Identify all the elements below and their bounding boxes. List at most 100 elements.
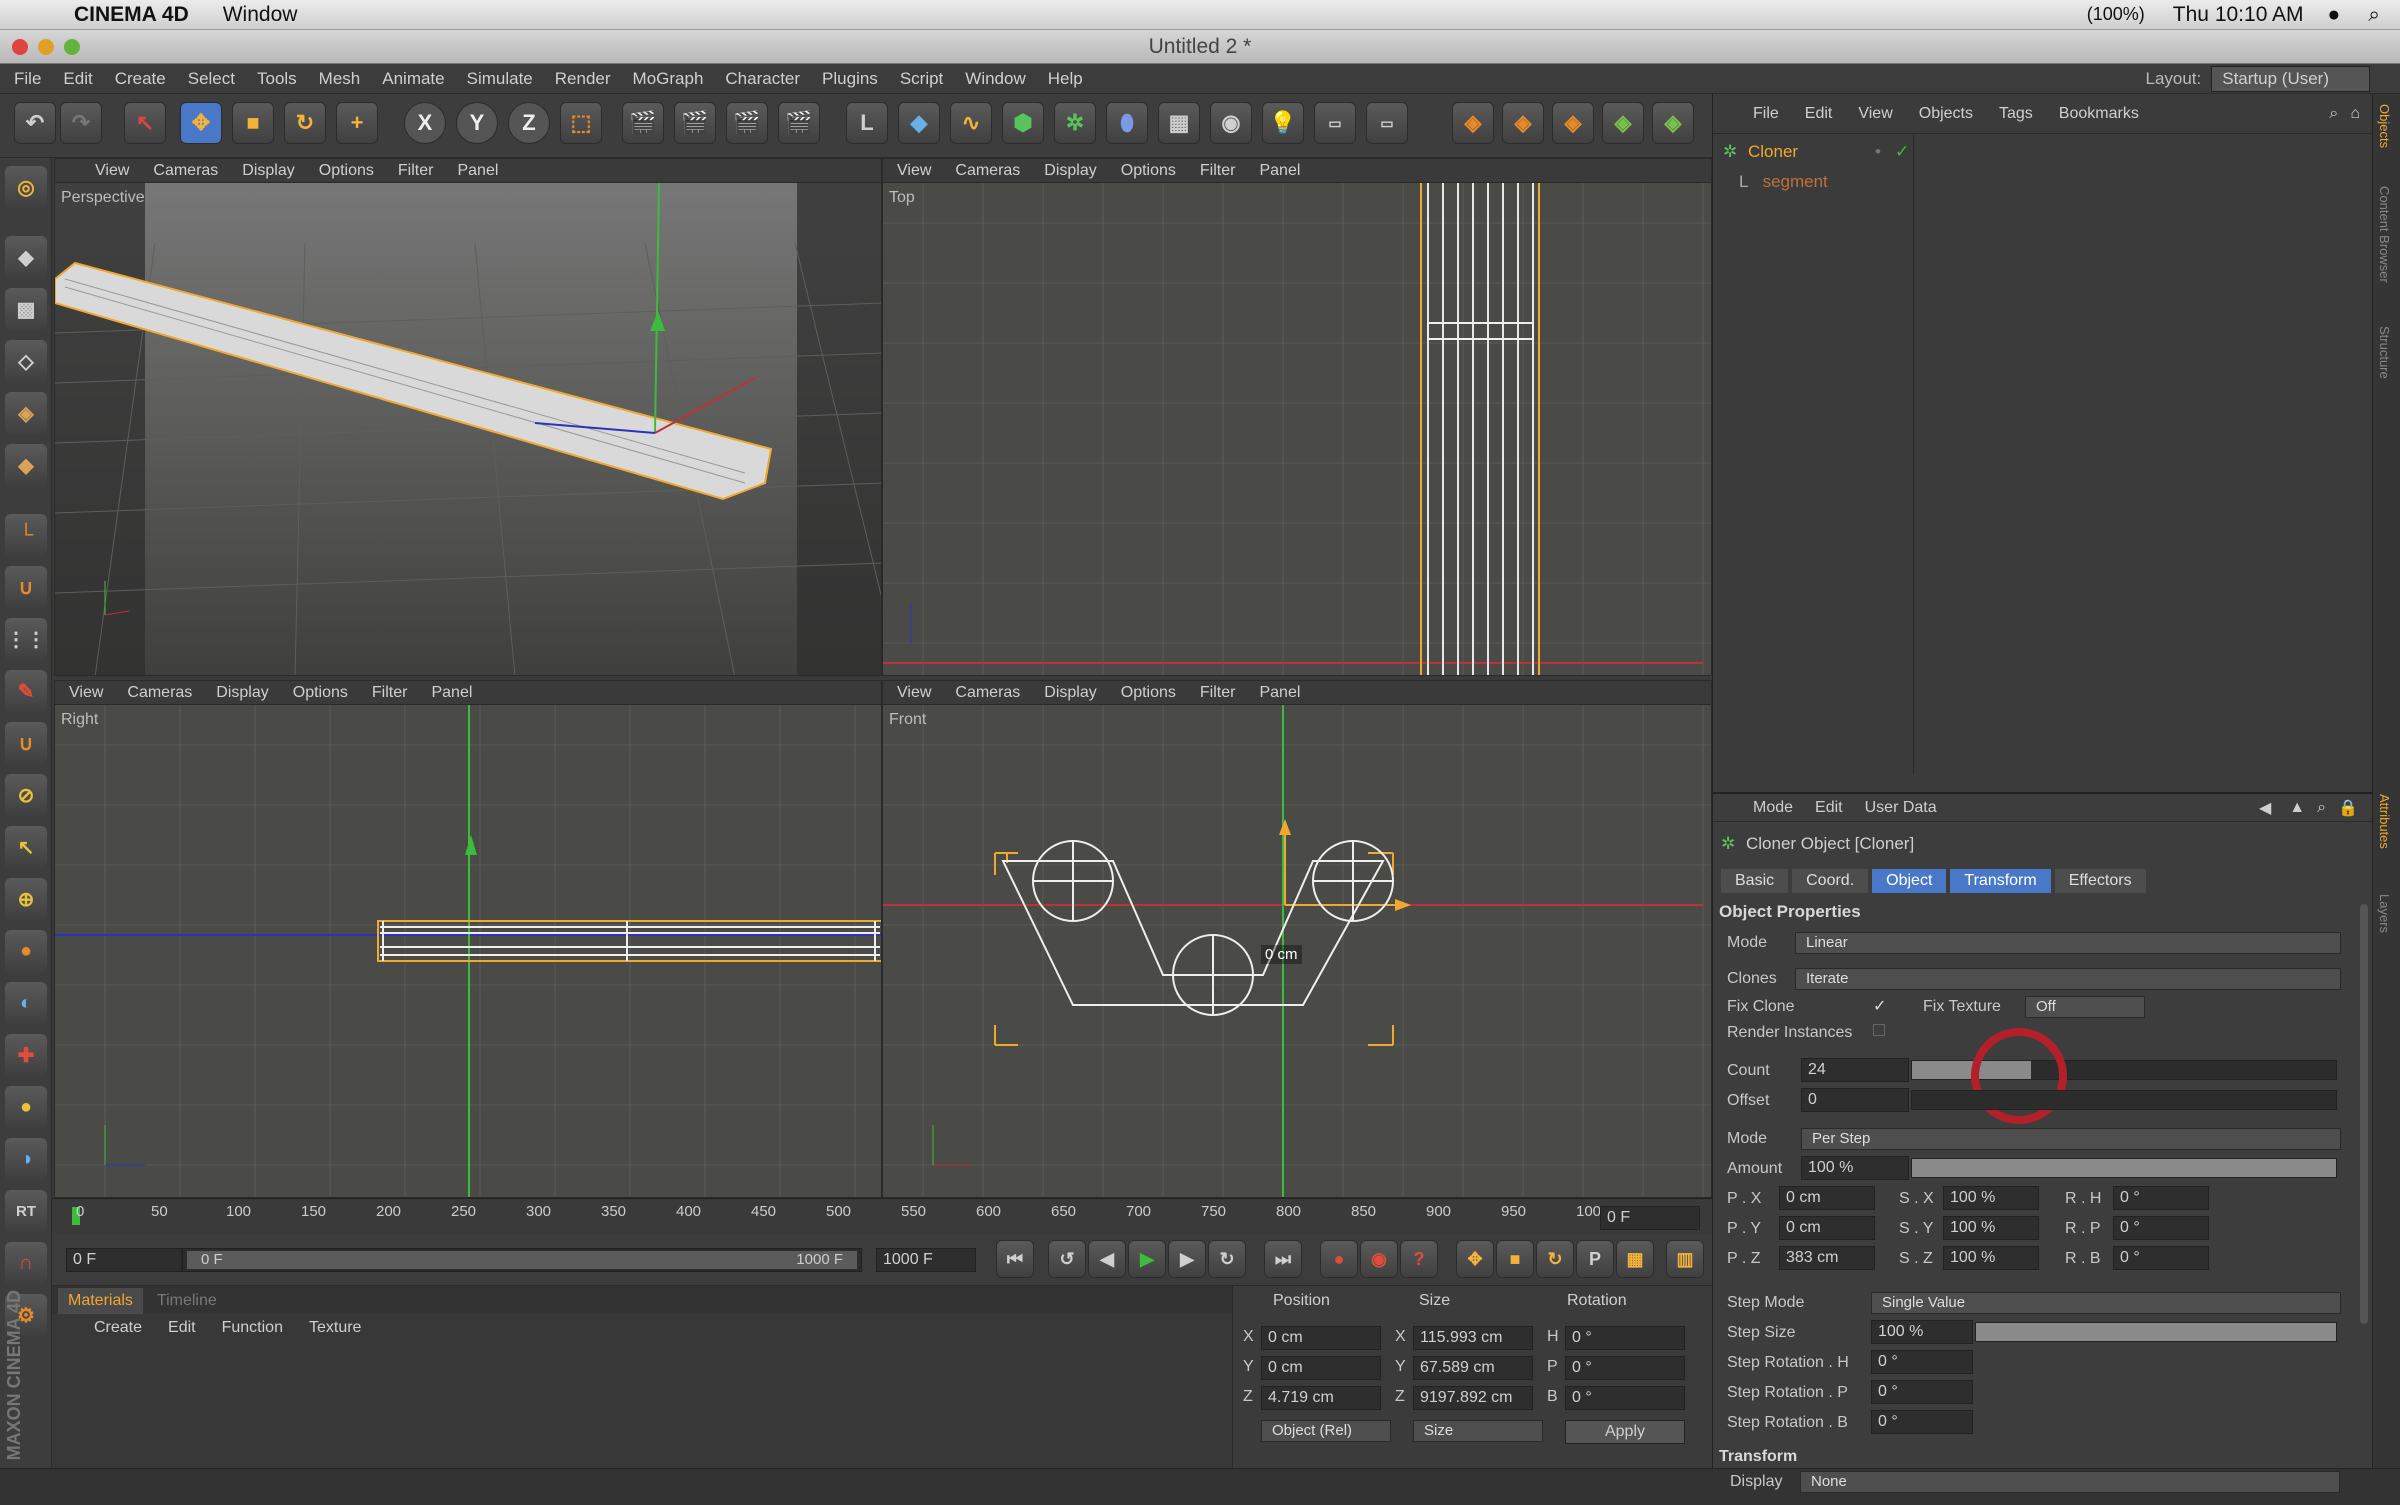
obj-menu-edit[interactable]: Edit <box>1805 105 1833 123</box>
vp-menu-display[interactable]: Display <box>1044 162 1096 180</box>
vp-menu-view[interactable]: View <box>897 684 931 702</box>
amount-field[interactable]: 100 % <box>1801 1156 1909 1180</box>
menu-help[interactable]: Help <box>1048 69 1083 89</box>
lasso-icon[interactable]: ∪ <box>5 722 47 764</box>
render-view-icon[interactable]: 🎬 <box>622 102 664 144</box>
obj-menu-view[interactable]: View <box>1858 105 1892 123</box>
mograph-icon[interactable]: ✲ <box>1054 102 1096 144</box>
step-back-icon[interactable]: ◀ <box>1088 1240 1126 1278</box>
display-dropdown[interactable]: None <box>1800 1471 2340 1493</box>
range-slider[interactable]: 0 F 1000 F <box>182 1248 862 1272</box>
timeline-settings-icon[interactable]: ▥ <box>1666 1240 1704 1278</box>
amount-slider[interactable] <box>1911 1158 2337 1178</box>
floor-icon[interactable]: ▦ <box>1158 102 1200 144</box>
start-frame-field[interactable]: 0 F <box>66 1248 182 1272</box>
size-x-field[interactable]: 115.993 cm <box>1413 1326 1533 1350</box>
vp-menu-panel[interactable]: Panel <box>1259 162 1300 180</box>
minimize-window-icon[interactable] <box>38 39 54 55</box>
up-arrow-icon[interactable]: ▲ <box>2289 799 2305 817</box>
obj-menu-bookmarks[interactable]: Bookmarks <box>2059 105 2139 123</box>
menu-plugins[interactable]: Plugins <box>822 69 878 89</box>
object-name-cloner[interactable]: Cloner <box>1748 142 1798 161</box>
vp-menu-display[interactable]: Display <box>216 684 268 702</box>
obj-home-icon[interactable]: ⌂ <box>2350 105 2360 123</box>
vp-menu-display[interactable]: Display <box>1044 684 1096 702</box>
rot-p-field[interactable]: 0 ° <box>2113 1216 2209 1240</box>
step-forward-icon[interactable]: ▶ <box>1168 1240 1206 1278</box>
timeline-current-frame[interactable]: 0 F <box>1600 1206 1700 1230</box>
menu-animate[interactable]: Animate <box>382 69 444 89</box>
y-axis-lock[interactable]: Y <box>456 102 498 144</box>
rt-icon[interactable]: RT <box>5 1190 47 1232</box>
menu-script[interactable]: Script <box>900 69 943 89</box>
menu-tools[interactable]: Tools <box>257 69 297 89</box>
go-to-start-icon[interactable]: ⏮ <box>996 1240 1034 1278</box>
undo-icon[interactable]: ↶ <box>14 102 56 144</box>
obj-search-icon[interactable]: ⌕ <box>2329 105 2338 123</box>
viewport-front[interactable]: View Cameras Display Options Filter Pane… <box>882 680 1712 1198</box>
battery-indicator[interactable]: (100%) <box>2087 4 2145 25</box>
enabled-check-icon[interactable]: ✓ <box>1895 142 1909 162</box>
viewport-right[interactable]: View Cameras Display Options Filter Pane… <box>54 680 882 1198</box>
attr-menu-userdata[interactable]: User Data <box>1865 799 1937 817</box>
lock-icon[interactable]: 🔒 <box>2338 798 2358 818</box>
select-icon[interactable]: ↖ <box>5 826 47 868</box>
menu-character[interactable]: Character <box>725 69 800 89</box>
rotate-tool-icon[interactable]: ↻ <box>284 102 326 144</box>
viewport-top[interactable]: View Cameras Display Options Filter Pane… <box>882 158 1712 676</box>
window-menu[interactable]: Window <box>223 3 298 27</box>
snap-settings-icon[interactable]: ▭ <box>1366 102 1408 144</box>
vp-menu-panel[interactable]: Panel <box>457 162 498 180</box>
weight-icon[interactable]: ◐ <box>5 982 47 1024</box>
apply-button[interactable]: Apply <box>1565 1420 1685 1444</box>
deformer-icon[interactable]: ⬮ <box>1106 102 1148 144</box>
coordinate-system-icon[interactable]: ⬚ <box>560 102 602 144</box>
count-field[interactable]: 24 <box>1801 1058 1909 1082</box>
move-tool-icon[interactable]: ✥ <box>180 102 222 144</box>
add-point-icon[interactable]: ⊕ <box>5 878 47 920</box>
vp-menu-options[interactable]: Options <box>293 684 348 702</box>
brush-icon[interactable]: ✎ <box>5 670 47 712</box>
menu-file[interactable]: File <box>14 69 41 89</box>
menu-create[interactable]: Create <box>115 69 166 89</box>
tab-coord[interactable]: Coord. <box>1792 869 1869 893</box>
step-size-slider[interactable] <box>1975 1322 2337 1342</box>
knife-icon[interactable]: ⊘ <box>5 774 47 816</box>
position-y-field[interactable]: 0 cm <box>1261 1356 1381 1380</box>
subdivision-icon[interactable]: ⬢ <box>1002 102 1044 144</box>
size-mode-dropdown[interactable]: Size <box>1413 1420 1543 1442</box>
mat-menu-create[interactable]: Create <box>94 1319 142 1337</box>
key-pla-icon[interactable]: ▦ <box>1616 1240 1654 1278</box>
loop-icon[interactable]: ↻ <box>1208 1240 1246 1278</box>
tab-structure-vertical[interactable]: Structure <box>2377 326 2392 379</box>
add-object-icon[interactable]: + <box>336 102 378 144</box>
tab-object[interactable]: Object <box>1872 869 1947 893</box>
axis-mode-icon[interactable]: └ <box>5 514 47 556</box>
redo-icon[interactable]: ↷ <box>60 102 102 144</box>
vp-menu-view[interactable]: View <box>69 684 103 702</box>
cube-icon[interactable]: ◆ <box>898 102 940 144</box>
vp-menu-cameras[interactable]: Cameras <box>153 162 218 180</box>
menu-window[interactable]: Window <box>965 69 1025 89</box>
sculpt-icon[interactable]: ● <box>5 930 47 972</box>
layout-dropdown[interactable]: Startup (User) <box>2211 65 2370 92</box>
go-to-end-icon[interactable]: ⏭ <box>1264 1240 1302 1278</box>
fix-texture-dropdown[interactable]: Off <box>2025 996 2145 1018</box>
object-row-cloner[interactable]: ✲ Cloner • ✓ <box>1723 142 2363 164</box>
clock[interactable]: Thu 10:10 AM <box>2173 3 2304 27</box>
zoom-window-icon[interactable] <box>64 39 80 55</box>
spline-icon[interactable]: ∿ <box>950 102 992 144</box>
clones-dropdown[interactable]: Iterate <box>1795 968 2341 990</box>
paint-icon-3[interactable]: ◈ <box>1552 102 1594 144</box>
light-icon[interactable]: 💡 <box>1262 102 1304 144</box>
mirror-icon[interactable]: ◑ <box>5 1138 47 1180</box>
paint-icon-4[interactable]: ◈ <box>1602 102 1644 144</box>
vp-menu-cameras[interactable]: Cameras <box>127 684 192 702</box>
keyframe-selection-icon[interactable]: ? <box>1400 1240 1438 1278</box>
obj-menu-tags[interactable]: Tags <box>1999 105 2033 123</box>
size-y-field[interactable]: 67.589 cm <box>1413 1356 1533 1380</box>
user-icon[interactable]: ● <box>2328 3 2341 27</box>
z-axis-lock[interactable]: Z <box>508 102 550 144</box>
scale-tool-icon[interactable]: ■ <box>232 102 274 144</box>
vp-menu-filter[interactable]: Filter <box>372 684 408 702</box>
